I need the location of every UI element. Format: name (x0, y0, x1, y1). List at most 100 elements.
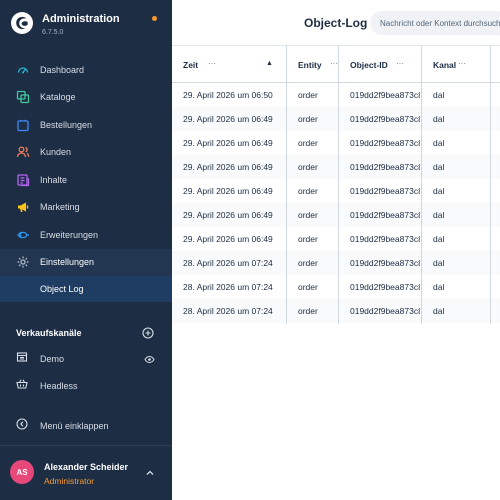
content-icon (16, 173, 30, 187)
cell-object-id: 019dd2f9bea873c8 (350, 258, 420, 268)
table-row[interactable]: 29. April 2026 um 06:50 order 019dd2f9bea8… (172, 83, 500, 107)
nav-item-bestellungen[interactable]: Bestellungen (0, 111, 172, 139)
nav-label: Einstellungen (40, 257, 95, 268)
cell-channel: dal (433, 258, 445, 268)
app-title: Administration (42, 13, 120, 25)
catalog-icon (16, 90, 30, 104)
cell-object-id: 019dd2f9bea873c8 (350, 282, 420, 292)
table-header: Zeit ··· ▲ Entity ··· Object-ID ··· Kana… (172, 46, 500, 83)
user-menu[interactable]: AS Alexander Scheider Administrator (0, 445, 172, 500)
column-menu-icon[interactable]: ··· (396, 60, 406, 68)
table-row[interactable]: 28. April 2026 um 07:24 order 019dd2f9bea8… (172, 299, 500, 323)
nav-label: Bestellungen (40, 119, 93, 130)
table-row[interactable]: 29. April 2026 um 06:49 order 019dd2f9bea8… (172, 131, 500, 155)
sort-ascending-icon[interactable]: ▲ (266, 60, 273, 67)
nav-label: Erweiterungen (40, 229, 99, 240)
column-divider[interactable] (490, 46, 491, 324)
nav-item-marketing[interactable]: Marketing (0, 194, 172, 222)
cell-entity: order (298, 162, 318, 172)
cell-time: 28. April 2026 um 07:24 (183, 258, 273, 268)
column-divider[interactable] (338, 46, 339, 324)
table-row[interactable]: 29. April 2026 um 06:49 order 019dd2f9bea8… (172, 155, 500, 179)
chevron-up-icon (146, 470, 154, 475)
nav-item-kunden[interactable]: Kunden (0, 139, 172, 167)
cell-object-id: 019dd2f9bea873c8 (350, 114, 420, 124)
cell-channel: dal (433, 282, 445, 292)
table-row[interactable]: 28. April 2026 um 07:24 order 019dd2f9bea8… (172, 251, 500, 275)
cell-object-id: 019dd2f9bea873c8 (350, 138, 420, 148)
basket-icon (16, 377, 28, 395)
cell-entity: order (298, 138, 318, 148)
app-version: 6.7.5.0 (42, 29, 64, 36)
table-row[interactable]: 28. April 2026 um 07:24 order 019dd2f9bea8… (172, 275, 500, 299)
cell-entity: order (298, 114, 318, 124)
nav-label: Inhalte (40, 174, 68, 185)
cell-channel: dal (433, 114, 445, 124)
cell-entity: order (298, 210, 318, 220)
nav-item-einstellungen[interactable]: Einstellungen (0, 248, 172, 276)
user-name: Alexander Scheider (44, 462, 129, 472)
nav-label: Kataloge (40, 92, 76, 103)
table-row[interactable]: 29. April 2026 um 06:49 order 019dd2f9bea8… (172, 227, 500, 251)
shopware-logo-icon (11, 12, 33, 34)
collapse-menu-button[interactable]: Menü einklappen (0, 413, 172, 439)
cell-time: 29. April 2026 um 06:49 (183, 234, 273, 244)
cell-time: 28. April 2026 um 07:24 (183, 282, 273, 292)
cell-channel: dal (433, 186, 445, 196)
cell-time: 29. April 2026 um 06:49 (183, 114, 273, 124)
sales-channels-header: Verkaufskanäle (0, 322, 172, 344)
sales-channel-label: Demo (40, 354, 65, 364)
table-row[interactable]: 29. April 2026 um 06:49 order 019dd2f9bea8… (172, 107, 500, 131)
cell-channel: dal (433, 210, 445, 220)
orders-icon (16, 118, 30, 132)
column-header-object-id[interactable]: Object-ID (350, 46, 420, 83)
cell-object-id: 019dd2f9bea873c8 (350, 162, 420, 172)
cell-channel: dal (433, 90, 445, 100)
cell-channel: dal (433, 138, 445, 148)
nav-item-kataloge[interactable]: Kataloge (0, 84, 172, 112)
extensions-icon (16, 228, 30, 242)
collapse-label: Menü einklappen (40, 421, 109, 431)
nav-item-inhalte[interactable]: Inhalte (0, 166, 172, 194)
notification-dot[interactable] (152, 16, 157, 21)
dashboard-icon (16, 63, 30, 77)
add-sales-channel-icon[interactable] (142, 327, 154, 339)
cell-time: 29. April 2026 um 06:50 (183, 90, 273, 100)
nav-item-dashboard[interactable]: Dashboard (0, 56, 172, 84)
nav-subitem-object-log[interactable]: Object Log (0, 276, 172, 302)
search-input[interactable] (370, 11, 500, 35)
eye-icon[interactable] (144, 354, 155, 365)
cell-entity: order (298, 282, 318, 292)
column-divider[interactable] (421, 46, 422, 324)
cell-entity: order (298, 186, 318, 196)
table-row[interactable]: 29. April 2026 um 06:49 order 019dd2f9bea8… (172, 203, 500, 227)
user-role: Administrator (44, 476, 95, 486)
nav-item-erweiterungen[interactable]: Erweiterungen (0, 221, 172, 249)
column-menu-icon[interactable]: ··· (458, 60, 468, 68)
cell-channel: dal (433, 234, 445, 244)
sales-channel-headless[interactable]: Headless (0, 373, 172, 399)
nav-label: Marketing (40, 202, 80, 213)
settings-icon (16, 255, 30, 269)
cell-entity: order (298, 306, 318, 316)
cell-object-id: 019dd2f9bea873c8 (350, 306, 420, 316)
column-menu-icon[interactable]: ··· (208, 60, 218, 68)
cell-entity: order (298, 90, 318, 100)
sales-channels-title: Verkaufskanäle (16, 328, 82, 338)
marketing-icon (16, 200, 30, 214)
cell-object-id: 019dd2f9bea873c8 (350, 90, 420, 100)
cell-object-id: 019dd2f9bea873c8 (350, 210, 420, 220)
collapse-icon (16, 417, 28, 435)
cell-time: 29. April 2026 um 06:49 (183, 138, 273, 148)
sidebar: Administration 6.7.5.0 Dashboard Katalog… (0, 0, 172, 500)
cell-time: 29. April 2026 um 06:49 (183, 186, 273, 196)
sales-channel-demo[interactable]: Demo (0, 346, 172, 372)
cell-entity: order (298, 258, 318, 268)
column-divider[interactable] (286, 46, 287, 324)
sales-channel-label: Headless (40, 381, 78, 391)
top-bar: Object-Log (172, 0, 500, 46)
main-nav: Dashboard Kataloge Bestellungen Kunden I… (0, 56, 172, 302)
cell-time: 29. April 2026 um 06:49 (183, 210, 273, 220)
cell-channel: dal (433, 306, 445, 316)
table-row[interactable]: 29. April 2026 um 06:49 order 019dd2f9bea8… (172, 179, 500, 203)
